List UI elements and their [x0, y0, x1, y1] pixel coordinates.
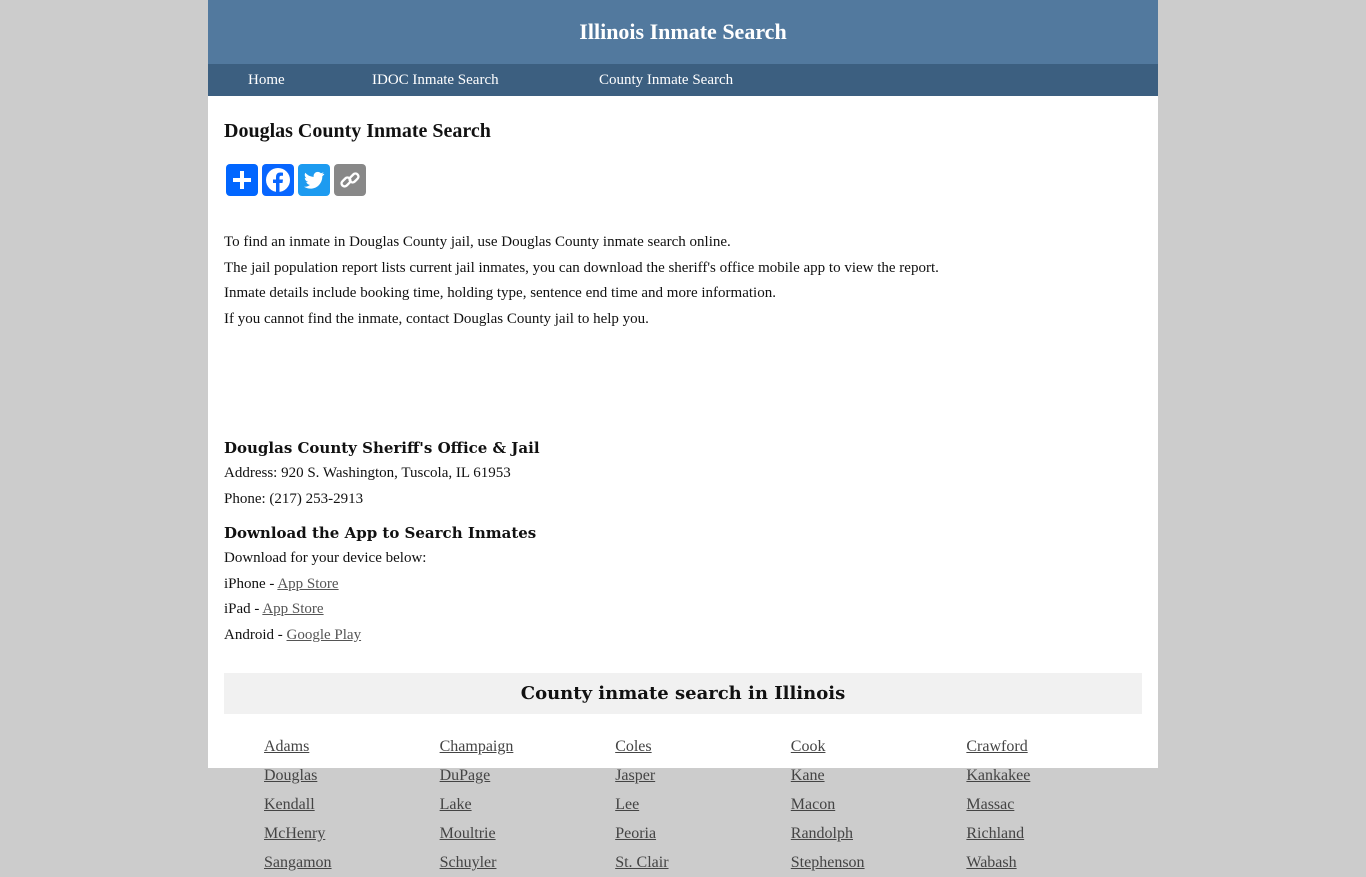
- intro-paragraph: The jail population report lists current…: [224, 259, 939, 276]
- county-link[interactable]: DuPage: [440, 761, 616, 790]
- county-link[interactable]: Sangamon: [264, 848, 440, 877]
- intro-paragraph: If you cannot find the inmate, contact D…: [224, 310, 649, 327]
- intro-text: To find an inmate in Douglas County jail…: [224, 230, 1124, 332]
- facebook-icon: [266, 168, 290, 192]
- county-link[interactable]: Macon: [791, 790, 967, 819]
- twitter-share-button[interactable]: [298, 164, 330, 196]
- device-row-ipad: iPad - App Store: [224, 597, 536, 623]
- county-link[interactable]: Champaign: [440, 732, 616, 761]
- device-row-android: Android - Google Play: [224, 623, 536, 649]
- app-subtitle: Download for your device below:: [224, 550, 427, 566]
- county-link-grid: Adams Champaign Coles Cook Crawford Douglas Du…: [264, 732, 1144, 877]
- county-link[interactable]: St. Clair: [615, 848, 791, 877]
- plus-icon: [233, 171, 251, 189]
- county-link[interactable]: Richland: [966, 819, 1142, 848]
- county-link[interactable]: Moultrie: [440, 819, 616, 848]
- county-link[interactable]: Jasper: [615, 761, 791, 790]
- office-address: Address: 920 S. Washington, Tuscola, IL …: [224, 465, 511, 481]
- share-button[interactable]: [226, 164, 258, 196]
- device-label: iPhone -: [224, 575, 278, 592]
- county-link[interactable]: Schuyler: [440, 848, 616, 877]
- county-link[interactable]: Coles: [615, 732, 791, 761]
- county-link[interactable]: Kankakee: [966, 761, 1142, 790]
- county-link[interactable]: Massac: [966, 790, 1142, 819]
- office-info: Douglas County Sheriff's Office & Jail A…: [224, 436, 540, 512]
- county-link[interactable]: Stephenson: [791, 848, 967, 877]
- county-link[interactable]: Adams: [264, 732, 440, 761]
- county-link[interactable]: Lee: [615, 790, 791, 819]
- device-label: iPad -: [224, 601, 263, 618]
- copy-link-button[interactable]: [334, 164, 366, 196]
- nav-county-inmate-search[interactable]: County Inmate Search: [599, 72, 733, 89]
- intro-paragraph: To find an inmate in Douglas County jail…: [224, 234, 731, 250]
- county-link[interactable]: Kane: [791, 761, 967, 790]
- county-link[interactable]: Douglas: [264, 761, 440, 790]
- app-heading: Download the App to Search Inmates: [224, 524, 537, 542]
- site-title[interactable]: Illinois Inmate Search: [579, 19, 786, 45]
- page-container: Illinois Inmate Search Home IDOC Inmate …: [208, 0, 1158, 871]
- county-link[interactable]: Crawford: [966, 732, 1142, 761]
- office-heading: Douglas County Sheriff's Office & Jail: [224, 439, 540, 457]
- page-title: Douglas County Inmate Search: [224, 120, 491, 142]
- iphone-app-store-link[interactable]: App Store: [277, 576, 338, 592]
- county-link[interactable]: Wabash: [966, 848, 1142, 877]
- nav-home[interactable]: Home: [248, 72, 285, 89]
- android-google-play-link[interactable]: Google Play: [287, 627, 362, 643]
- device-row-iphone: iPhone - App Store: [224, 572, 536, 598]
- app-download: Download the App to Search Inmates Downl…: [224, 521, 536, 648]
- county-link[interactable]: Cook: [791, 732, 967, 761]
- office-phone: Phone: (217) 253-2913: [224, 490, 364, 507]
- county-link[interactable]: Lake: [440, 790, 616, 819]
- twitter-icon: [304, 171, 325, 189]
- main-nav: Home IDOC Inmate Search County Inmate Se…: [208, 64, 1158, 96]
- link-icon: [340, 172, 360, 188]
- county-link[interactable]: Peoria: [615, 819, 791, 848]
- county-link[interactable]: Kendall: [264, 790, 440, 819]
- county-link[interactable]: Randolph: [791, 819, 967, 848]
- counties-heading: County inmate search in Illinois: [224, 673, 1142, 714]
- device-label: Android -: [224, 626, 287, 643]
- nav-idoc-inmate-search[interactable]: IDOC Inmate Search: [372, 72, 499, 89]
- site-header: Illinois Inmate Search: [208, 0, 1158, 64]
- intro-paragraph: Inmate details include booking time, hol…: [224, 285, 776, 302]
- ipad-app-store-link[interactable]: App Store: [262, 601, 323, 617]
- share-buttons: [226, 164, 366, 196]
- facebook-share-button[interactable]: [262, 164, 294, 196]
- county-link[interactable]: McHenry: [264, 819, 440, 848]
